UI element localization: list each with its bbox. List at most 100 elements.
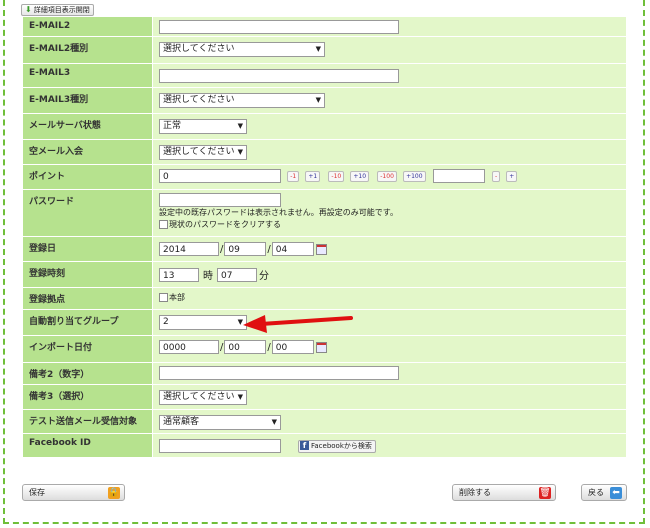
row-email2-type: E-MAIL2種別 選択してください ▼ bbox=[22, 36, 627, 64]
points-input[interactable]: 0 bbox=[159, 169, 281, 183]
row-password: パスワード 設定中の既存パスワードは表示されません。再設定のみ可能です。 現状の… bbox=[22, 189, 627, 237]
label-note2: 備考2（数字） bbox=[22, 362, 153, 385]
chevron-down-icon: ▼ bbox=[315, 96, 321, 104]
points-minus-button[interactable]: - bbox=[491, 170, 501, 182]
points-plus-100-button[interactable]: +100 bbox=[403, 170, 426, 182]
points-plus-1-button[interactable]: +1 bbox=[305, 170, 321, 182]
minute-unit: 分 bbox=[259, 271, 269, 282]
chevron-down-icon: ▼ bbox=[237, 393, 243, 401]
reg-day-input[interactable]: 04 bbox=[271, 242, 314, 256]
facebook-search-label: Facebookから検索 bbox=[311, 441, 372, 450]
back-arrow-icon: ⬅ bbox=[610, 486, 622, 499]
row-mail-server: メールサーバ状態 正常 ▼ bbox=[22, 113, 627, 140]
empty-mail-select[interactable]: 選択してください ▼ bbox=[159, 145, 247, 160]
reg-minute-input[interactable]: 07 bbox=[217, 267, 257, 282]
label-auto-group: 自動割り当てグループ bbox=[22, 309, 153, 336]
label-reg-base: 登録拠点 bbox=[22, 287, 153, 310]
chevron-down-icon: ▼ bbox=[237, 122, 243, 130]
hour-unit: 時 bbox=[203, 271, 213, 282]
row-reg-base: 登録拠点 本部 bbox=[22, 287, 627, 310]
row-note2: 備考2（数字） bbox=[22, 362, 627, 385]
reg-base-option: 本部 bbox=[169, 293, 185, 302]
arrow-down-icon: ⬇ bbox=[25, 5, 32, 14]
row-auto-group: 自動割り当てグループ 2 ▼ bbox=[22, 309, 627, 336]
facebook-icon: f bbox=[300, 441, 309, 450]
email3-input[interactable] bbox=[159, 69, 399, 83]
label-password: パスワード bbox=[22, 189, 153, 237]
password-clear-row: 現状のパスワードをクリアする bbox=[159, 219, 621, 231]
row-note3: 備考3（選択） 選択してください ▼ bbox=[22, 384, 627, 410]
row-reg-date: 登録日 2014/09/04 bbox=[22, 236, 627, 262]
import-month-input[interactable]: 00 bbox=[224, 340, 267, 354]
facebook-search-button[interactable]: f Facebookから検索 bbox=[298, 439, 376, 453]
chevron-down-icon: ▼ bbox=[237, 148, 243, 156]
test-mail-value: 通常顧客 bbox=[163, 417, 200, 427]
row-import-date: インポート日付 0000/00/00 bbox=[22, 335, 627, 363]
reg-hour-input[interactable]: 13 bbox=[159, 267, 199, 282]
date-separator: / bbox=[267, 341, 271, 353]
date-separator: / bbox=[267, 243, 271, 255]
email2-type-select[interactable]: 選択してください ▼ bbox=[159, 42, 325, 57]
label-email3: E-MAIL3 bbox=[22, 63, 153, 88]
delete-label: 削除する bbox=[459, 488, 491, 497]
facebook-id-input[interactable] bbox=[159, 439, 281, 453]
note2-input[interactable] bbox=[159, 366, 399, 380]
calendar-icon[interactable] bbox=[315, 341, 327, 353]
chevron-down-icon: ▼ bbox=[237, 318, 243, 326]
member-form-table: E-MAIL2 E-MAIL2種別 選択してください ▼ E-MAIL3 E-MA… bbox=[22, 16, 627, 458]
auto-group-value: 2 bbox=[163, 317, 169, 327]
import-year-input[interactable]: 0000 bbox=[159, 340, 219, 354]
points-minus-1-button[interactable]: -1 bbox=[287, 170, 300, 182]
auto-group-select[interactable]: 2 ▼ bbox=[159, 315, 247, 330]
reg-month-input[interactable]: 09 bbox=[224, 242, 267, 256]
reg-year-input[interactable]: 2014 bbox=[159, 242, 219, 256]
back-button[interactable]: 戻る ⬅ bbox=[581, 484, 627, 501]
chevron-down-icon: ▼ bbox=[271, 418, 277, 426]
password-input[interactable] bbox=[159, 193, 281, 207]
label-test-mail: テスト送信メール受信対象 bbox=[22, 409, 153, 434]
mail-server-value: 正常 bbox=[163, 121, 182, 131]
reg-base-checkbox[interactable] bbox=[159, 293, 168, 302]
label-empty-mail: 空メール入会 bbox=[22, 139, 153, 165]
email2-type-value: 選択してください bbox=[163, 44, 235, 54]
save-button[interactable]: 保存 🔒 bbox=[22, 484, 125, 501]
points-adjust-input[interactable] bbox=[432, 169, 485, 183]
calendar-icon[interactable] bbox=[315, 243, 327, 255]
label-points: ポイント bbox=[22, 164, 153, 190]
row-points: ポイント 0 -1 +1 -10 +10 -100 +100 - + bbox=[22, 164, 627, 190]
lock-icon: 🔒 bbox=[108, 486, 120, 499]
note3-select[interactable]: 選択してください ▼ bbox=[159, 390, 247, 405]
label-reg-date: 登録日 bbox=[22, 236, 153, 262]
row-email3: E-MAIL3 bbox=[22, 63, 627, 88]
password-clear-label: 現状のパスワードをクリアする bbox=[169, 220, 281, 229]
points-minus-100-button[interactable]: -100 bbox=[377, 170, 397, 182]
test-mail-select[interactable]: 通常顧客 ▼ bbox=[159, 415, 281, 430]
detail-toggle-label: 詳細項目表示開閉 bbox=[33, 6, 90, 14]
date-separator: / bbox=[220, 341, 224, 353]
password-clear-checkbox[interactable] bbox=[159, 220, 168, 229]
chevron-down-icon: ▼ bbox=[315, 45, 321, 53]
label-email3-type: E-MAIL3種別 bbox=[22, 87, 153, 114]
delete-button[interactable]: 削除する 🗑 bbox=[452, 484, 556, 501]
detail-toggle-button[interactable]: ⬇ 詳細項目表示開閉 bbox=[21, 4, 94, 16]
label-email2-type: E-MAIL2種別 bbox=[22, 36, 153, 64]
save-label: 保存 bbox=[29, 488, 45, 497]
date-separator: / bbox=[220, 243, 224, 255]
email3-type-select[interactable]: 選択してください ▼ bbox=[159, 93, 325, 108]
label-mail-server: メールサーバ状態 bbox=[22, 113, 153, 140]
points-plus-10-button[interactable]: +10 bbox=[350, 170, 370, 182]
email2-input[interactable] bbox=[159, 20, 399, 34]
email3-type-value: 選択してください bbox=[163, 95, 235, 105]
row-facebook: Facebook ID f Facebookから検索 bbox=[22, 433, 627, 458]
row-reg-time: 登録時刻 13 時 07 分 bbox=[22, 261, 627, 288]
back-label: 戻る bbox=[588, 488, 604, 497]
label-reg-time: 登録時刻 bbox=[22, 261, 153, 288]
points-minus-10-button[interactable]: -10 bbox=[328, 170, 345, 182]
empty-mail-value: 選択してください bbox=[163, 147, 235, 157]
mail-server-select[interactable]: 正常 ▼ bbox=[159, 119, 247, 134]
note3-value: 選択してください bbox=[163, 392, 235, 402]
row-email2: E-MAIL2 bbox=[22, 16, 627, 37]
label-import-date: インポート日付 bbox=[22, 335, 153, 363]
points-plus-button[interactable]: + bbox=[506, 170, 518, 182]
import-day-input[interactable]: 00 bbox=[271, 340, 314, 354]
